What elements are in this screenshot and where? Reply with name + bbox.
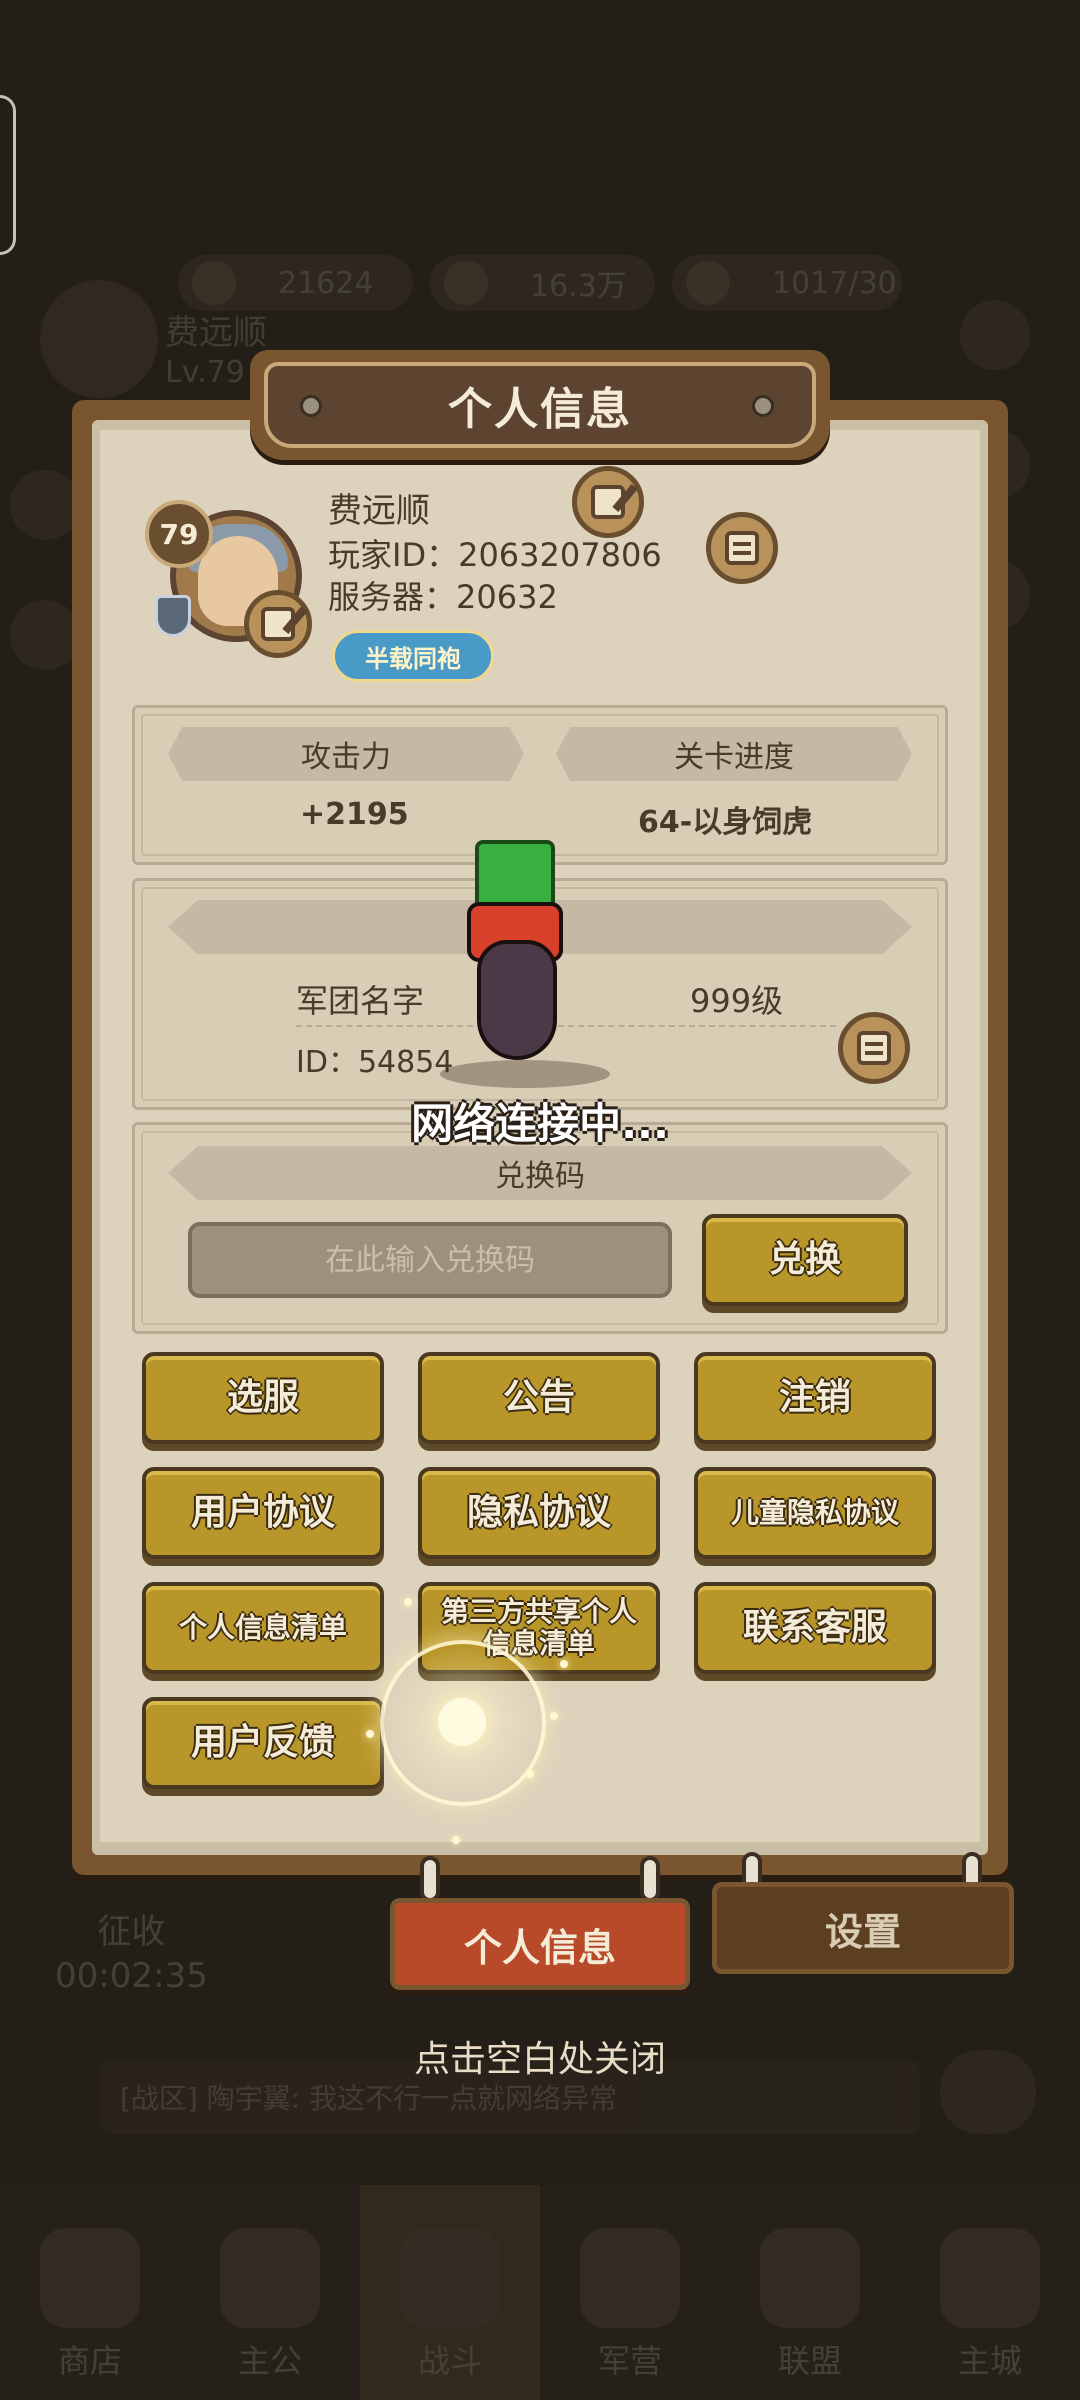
tab-personal-info[interactable]: 个人信息 xyxy=(390,1898,690,1990)
redeem-button[interactable]: 兑换 xyxy=(702,1214,908,1306)
panel-title: 个人信息 xyxy=(264,362,816,448)
edit-icon xyxy=(591,485,625,519)
child-privacy-button[interactable]: 儿童隐私协议 xyxy=(694,1467,936,1559)
legion-level: 999级 xyxy=(690,982,784,1020)
attack-label: 攻击力 xyxy=(168,727,524,781)
title-badge[interactable]: 半载同袍 xyxy=(332,630,494,682)
hero-hat xyxy=(475,840,555,910)
rivet xyxy=(752,395,774,417)
contact-support-button[interactable]: 联系客服 xyxy=(694,1582,936,1674)
copy-id-button[interactable] xyxy=(706,512,778,584)
copy-icon xyxy=(725,531,759,565)
shield-icon xyxy=(155,595,191,637)
redeem-label: 兑换码 xyxy=(168,1146,912,1200)
tab-hanger xyxy=(420,1856,440,1902)
select-server-button[interactable]: 选服 xyxy=(142,1352,384,1444)
loading-text: 网络连接中... xyxy=(411,1099,669,1148)
personal-info-list-button[interactable]: 个人信息清单 xyxy=(142,1582,384,1674)
redeem-code-input[interactable] xyxy=(188,1222,672,1298)
attack-value: +2195 xyxy=(300,797,409,832)
progress-label: 关卡进度 xyxy=(556,727,912,781)
announcement-button[interactable]: 公告 xyxy=(418,1352,660,1444)
sparkle xyxy=(452,1836,460,1844)
sparkle xyxy=(526,1770,534,1778)
loading-hero-sprite xyxy=(415,840,635,1080)
sparkle xyxy=(560,1660,568,1668)
legion-name: 军团名字 xyxy=(296,982,425,1020)
tab-settings[interactable]: 设置 xyxy=(712,1882,1014,1974)
player-name: 费远顺 xyxy=(328,491,430,531)
progress-value: 64-以身饲虎 xyxy=(638,805,813,840)
level-badge: 79 xyxy=(145,500,213,568)
sparkle xyxy=(550,1712,558,1720)
tap-point xyxy=(438,1698,486,1746)
player-server: 服务器：20632 xyxy=(328,578,558,616)
edit-name-button[interactable] xyxy=(572,466,644,538)
copy-legion-id-button[interactable] xyxy=(838,1012,910,1084)
edge-tab xyxy=(0,95,16,255)
sparkle xyxy=(366,1730,374,1738)
privacy-agreement-button[interactable]: 隐私协议 xyxy=(418,1467,660,1559)
close-hint: 点击空白处关闭 xyxy=(413,2039,666,2080)
user-agreement-button[interactable]: 用户协议 xyxy=(142,1467,384,1559)
sparkle xyxy=(404,1598,412,1606)
rivet xyxy=(300,395,322,417)
logout-button[interactable]: 注销 xyxy=(694,1352,936,1444)
tab-hanger xyxy=(640,1856,660,1902)
hero-beard xyxy=(477,940,557,1060)
feedback-button[interactable]: 用户反馈 xyxy=(142,1697,384,1789)
edit-avatar-button[interactable] xyxy=(244,590,312,658)
edit-icon xyxy=(261,607,295,641)
copy-icon xyxy=(857,1031,891,1065)
